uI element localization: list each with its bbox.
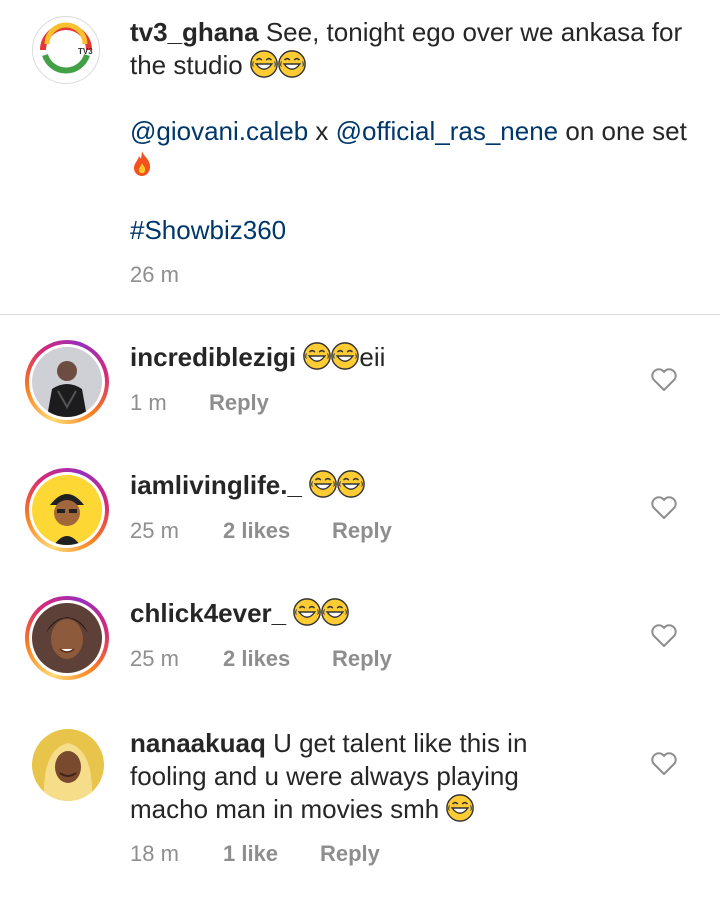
reply-button[interactable]: Reply: [332, 518, 392, 544]
heart-outline-icon[interactable]: [650, 750, 678, 776]
laughing-emoji-icon: [303, 342, 331, 370]
avatar: [32, 475, 102, 545]
heart-outline-icon[interactable]: [650, 366, 678, 392]
story-ring[interactable]: [25, 596, 109, 680]
story-ring[interactable]: [25, 468, 109, 552]
divider: [0, 314, 720, 315]
likes-count[interactable]: 1 like: [223, 841, 278, 867]
mention-official-ras-nene[interactable]: @official_ras_nene: [336, 116, 559, 146]
heart-outline-icon[interactable]: [650, 494, 678, 520]
caption-block: TV3 tv3_ghana See, tonight ego over we a…: [0, 0, 720, 314]
laughing-emoji-icon: [278, 50, 306, 78]
comment-text: eii: [359, 342, 386, 372]
laughing-emoji-icon: [309, 470, 337, 498]
laughing-emoji-icon: [446, 794, 474, 822]
likes-count[interactable]: 2 likes: [223, 518, 290, 544]
laughing-emoji-icon: [337, 470, 365, 498]
tv3-logo-text: TV3: [78, 47, 93, 56]
story-ring[interactable]: [25, 340, 109, 424]
avatar: [32, 347, 102, 417]
avatar[interactable]: [32, 729, 104, 801]
hashtag-showbiz360[interactable]: #Showbiz360: [130, 215, 286, 245]
fire-emoji-icon: [134, 151, 151, 176]
comment-username[interactable]: nanaakuaq: [130, 728, 266, 758]
reply-button[interactable]: Reply: [320, 841, 380, 867]
caption-connector: x: [315, 116, 329, 146]
avatar: [32, 603, 102, 673]
laughing-emoji-icon: [331, 342, 359, 370]
comment-time: 25 m: [130, 646, 179, 671]
tv3-ghana-avatar[interactable]: TV3: [32, 16, 100, 84]
caption-line2a: on: [565, 116, 595, 146]
reply-button[interactable]: Reply: [209, 390, 269, 416]
laughing-emoji-icon: [321, 598, 349, 626]
comment-username[interactable]: incrediblezigi: [130, 342, 296, 372]
comment-time: 18 m: [130, 841, 179, 866]
caption-username[interactable]: tv3_ghana: [130, 17, 259, 47]
comment-username[interactable]: iamlivinglife._: [130, 470, 302, 500]
tv3-logo-icon: TV3: [40, 22, 93, 74]
mention-giovani-caleb[interactable]: @giovani.caleb: [130, 116, 308, 146]
caption-text: tv3_ghana See, tonight ego over we ankas…: [130, 16, 690, 247]
laughing-emoji-icon: [250, 50, 278, 78]
comment-time: 25 m: [130, 518, 179, 543]
caption-line2b: one set: [601, 116, 687, 146]
laughing-emoji-icon: [293, 598, 321, 626]
comment-username[interactable]: chlick4ever_: [130, 598, 286, 628]
reply-button[interactable]: Reply: [332, 646, 392, 672]
likes-count[interactable]: 2 likes: [223, 646, 290, 672]
comment-time: 1 m: [130, 390, 167, 415]
heart-outline-icon[interactable]: [650, 622, 678, 648]
caption-timestamp: 26 m: [130, 262, 179, 287]
